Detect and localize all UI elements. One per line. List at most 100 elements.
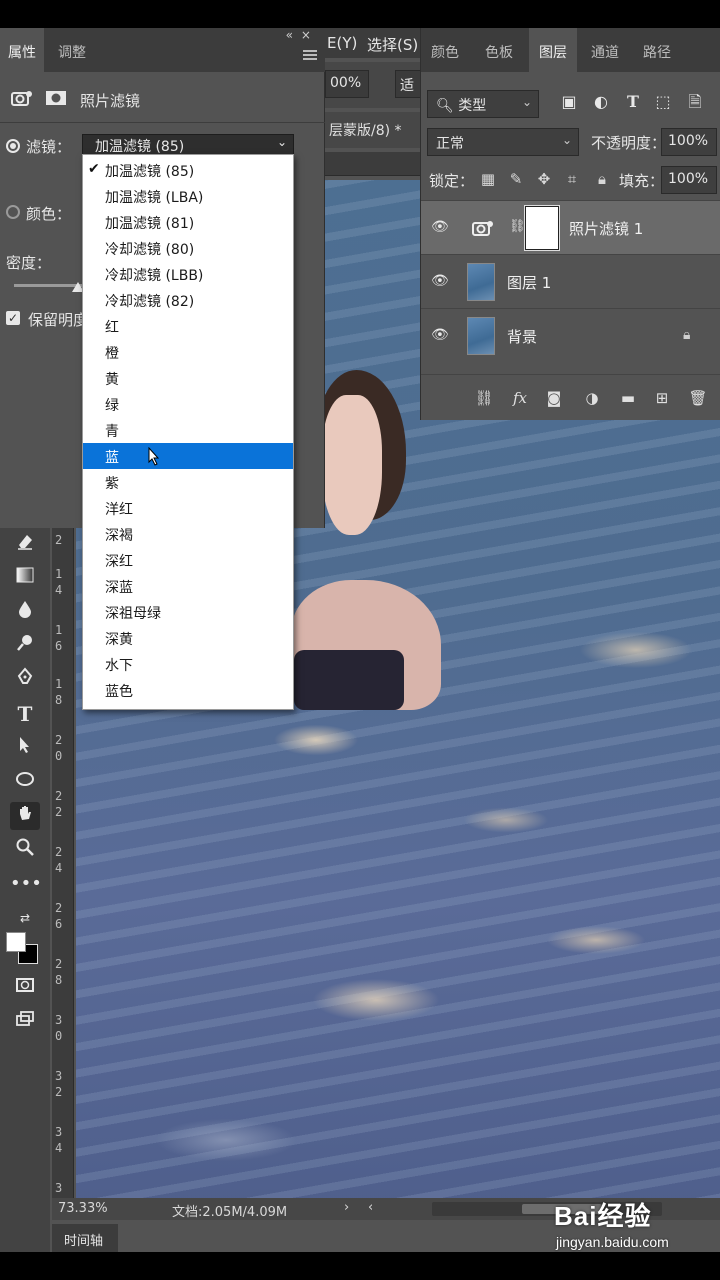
dropdown-item[interactable]: 青	[83, 417, 293, 443]
hand-icon[interactable]	[10, 802, 40, 830]
dropdown-item[interactable]: 紫	[83, 469, 293, 495]
dropdown-item[interactable]: 蓝色	[83, 677, 293, 703]
watermark-url: jingyan.baidu.com	[556, 1234, 669, 1250]
swap-colors-icon[interactable]: ⇄	[10, 904, 40, 932]
ruler-tick: 3	[55, 1069, 63, 1083]
quick-mask-icon[interactable]	[10, 974, 40, 1002]
dropdown-item[interactable]: 深祖母绿	[83, 599, 293, 625]
menu-edit[interactable]: E(Y)	[327, 34, 357, 52]
layer-mask-icon[interactable]	[42, 86, 70, 110]
screen-mode-icon[interactable]	[10, 1008, 40, 1036]
color-swatches[interactable]	[6, 932, 42, 966]
type-icon[interactable]: T	[10, 700, 40, 728]
dropdown-item[interactable]: 黄	[83, 365, 293, 391]
layer-mask-thumbnail[interactable]	[524, 205, 560, 251]
collapse-panel-buttons[interactable]: «×	[286, 28, 319, 42]
dropdown-item-label: 深褐	[105, 528, 133, 544]
lock-all-icon[interactable]: 🔒︎	[591, 168, 613, 190]
eye-icon[interactable]: 👁︎	[431, 327, 451, 343]
tab-layers[interactable]: 图层	[529, 28, 577, 72]
dropdown-item[interactable]: 深黄	[83, 625, 293, 651]
blur-icon[interactable]	[10, 598, 40, 626]
chevron-right-icon[interactable]: ›	[344, 1200, 349, 1215]
eye-icon[interactable]: 👁︎	[431, 273, 451, 289]
layer-row[interactable]: 👁︎ 图层 1	[421, 254, 720, 308]
type-filter-icon[interactable]: T	[621, 90, 645, 114]
dropdown-item[interactable]: 橙	[83, 339, 293, 365]
image-filter-icon[interactable]: ▣	[557, 90, 581, 114]
more-icon[interactable]: •••	[10, 870, 42, 898]
adjustment-filter-icon[interactable]: ◐	[589, 90, 613, 114]
chevron-left-icon[interactable]: ‹	[368, 1200, 373, 1215]
tab-adjustments[interactable]: 调整	[50, 28, 94, 72]
preserve-luminosity-checkbox[interactable]: ✓	[6, 311, 20, 325]
layer-name[interactable]: 照片滤镜 1	[569, 218, 643, 239]
dropdown-item[interactable]: 深蓝	[83, 573, 293, 599]
layer-filter-kind-select[interactable]: 🔍︎ 类型 ⌄	[427, 90, 539, 118]
dropdown-item[interactable]: 红	[83, 313, 293, 339]
smart-object-filter-icon[interactable]: 🗎︎	[683, 90, 707, 114]
dropdown-item[interactable]: 冷却滤镜 (80)	[83, 235, 293, 261]
dodge-icon[interactable]	[10, 632, 40, 660]
dropdown-item[interactable]: 绿	[83, 391, 293, 417]
dropdown-item[interactable]: 深红	[83, 547, 293, 573]
dropdown-item[interactable]: 冷却滤镜 (LBB)	[83, 261, 293, 287]
lock-transparent-pixels-icon[interactable]: ▦	[477, 168, 499, 190]
zoom-icon[interactable]	[10, 836, 40, 864]
panel-menu-icon[interactable]	[303, 50, 317, 60]
dropdown-item[interactable]: 冷却滤镜 (82)	[83, 287, 293, 313]
lock-image-pixels-icon[interactable]: ✎	[505, 168, 527, 190]
fill-field[interactable]: 100%	[661, 166, 717, 194]
path-select-icon[interactable]	[10, 734, 40, 762]
zoom-readout[interactable]: 73.33%	[58, 1201, 108, 1216]
eraser-icon[interactable]	[10, 530, 40, 558]
link-icon[interactable]: ⛓︎	[473, 387, 495, 409]
folder-icon[interactable]: ▬	[617, 387, 639, 409]
lock-position-icon[interactable]: ✥	[533, 168, 555, 190]
opacity-field[interactable]: 100%	[661, 128, 717, 156]
filter-select[interactable]: 加温滤镜 (85) ⌄	[82, 134, 294, 156]
tab-properties[interactable]: 属性	[0, 28, 44, 72]
fx-icon[interactable]: fx	[509, 387, 531, 409]
dropdown-item[interactable]: ✔ 加温滤镜 (85)	[83, 157, 293, 183]
dropdown-item-highlighted[interactable]: 蓝	[83, 443, 293, 469]
zoom-percent-field[interactable]: 00%	[325, 70, 369, 98]
menu-bar: E(Y) 选择(S)	[325, 28, 420, 58]
dropdown-item-label: 深红	[105, 554, 133, 570]
dropdown-item[interactable]: 加温滤镜 (81)	[83, 209, 293, 235]
pen-icon[interactable]	[10, 666, 40, 694]
layer-name[interactable]: 背景	[507, 326, 537, 347]
menu-select[interactable]: 选择(S)	[367, 34, 418, 55]
blend-mode-select[interactable]: 正常 ⌄	[427, 128, 579, 156]
dropdown-item[interactable]: 深褐	[83, 521, 293, 547]
gradient-icon[interactable]	[10, 564, 40, 592]
tab-channels[interactable]: 通道	[581, 28, 629, 72]
dropdown-item-label: 加温滤镜 (85)	[105, 164, 195, 180]
foreground-color-swatch[interactable]	[6, 932, 26, 952]
dropdown-item-label: 黄	[105, 372, 119, 388]
new-layer-icon[interactable]: ⊞	[651, 387, 673, 409]
eye-icon[interactable]: 👁︎	[431, 219, 451, 235]
watermark-logo-text: Bai经验	[554, 1201, 652, 1231]
timeline-tab[interactable]: 时间轴	[52, 1224, 118, 1252]
dropdown-item[interactable]: 洋红	[83, 495, 293, 521]
shape-filter-icon[interactable]: ⬚	[651, 90, 675, 114]
tab-color[interactable]: 颜色	[421, 28, 469, 72]
document-tab[interactable]: 层蒙版/8) *	[325, 112, 425, 148]
trash-icon[interactable]: 🗑︎	[687, 387, 709, 409]
adjustment-icon[interactable]: ◑	[581, 387, 603, 409]
lock-artboard-icon[interactable]: ⌗	[561, 168, 583, 190]
layer-row[interactable]: 👁︎ ⛓︎ 照片滤镜 1	[421, 200, 720, 254]
lock-icon[interactable]: 🔒︎	[683, 327, 690, 343]
dropdown-item[interactable]: 加温滤镜 (LBA)	[83, 183, 293, 209]
link-icon[interactable]: ⛓︎	[509, 219, 526, 234]
filter-radio[interactable]	[6, 139, 20, 153]
dropdown-item[interactable]: 水下	[83, 651, 293, 677]
mask-icon[interactable]: ◙	[543, 387, 565, 409]
tab-paths[interactable]: 路径	[633, 28, 681, 72]
layer-name[interactable]: 图层 1	[507, 272, 551, 293]
ellipse-icon[interactable]	[10, 768, 40, 796]
layer-row[interactable]: 👁︎ 背景 🔒︎	[421, 308, 720, 362]
tab-swatches[interactable]: 色板	[475, 28, 523, 72]
color-radio[interactable]	[6, 205, 20, 219]
